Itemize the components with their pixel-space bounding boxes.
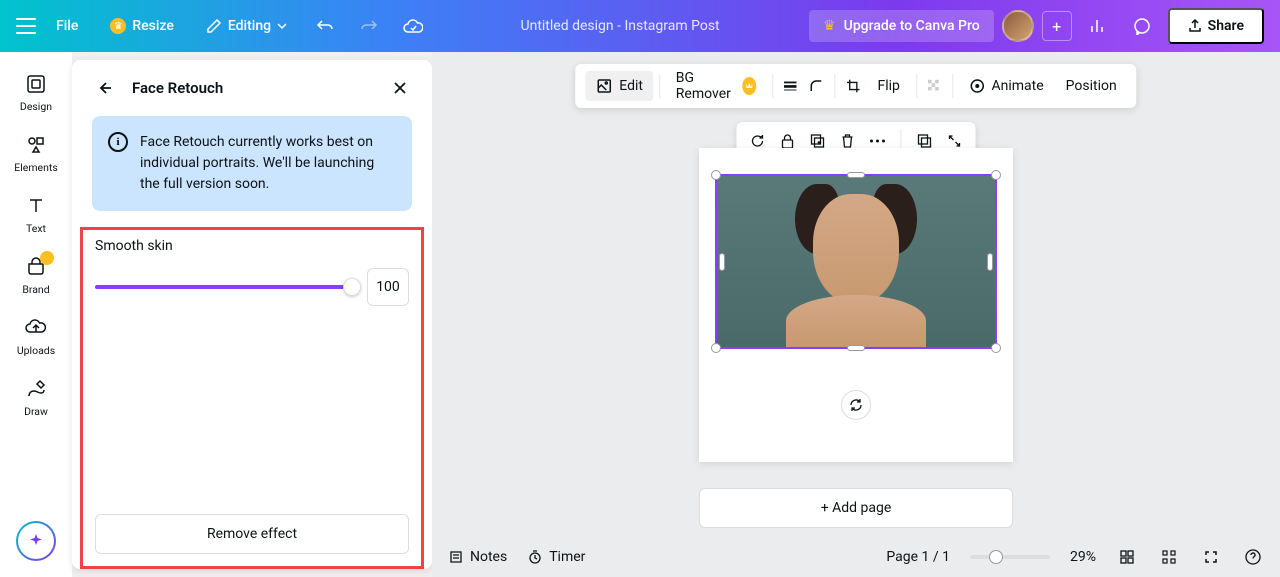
resize-button[interactable]: ♛Resize: [98, 10, 186, 42]
divider: [953, 74, 954, 98]
animate-icon: [970, 78, 986, 94]
remove-effect-button[interactable]: Remove effect: [95, 514, 409, 554]
panel-header: Face Retouch: [72, 60, 432, 116]
resize-handle[interactable]: [991, 170, 1001, 180]
notes-button[interactable]: Notes: [448, 549, 507, 565]
edit-button[interactable]: Edit: [585, 71, 653, 101]
context-toolbar: Edit BG Remover Flip Animate Position: [575, 64, 1136, 108]
crown-icon: ♛: [110, 18, 126, 34]
file-menu[interactable]: File: [44, 10, 90, 42]
transparency-button[interactable]: [923, 74, 947, 98]
brand-icon: [24, 255, 48, 279]
position-button[interactable]: Position: [1056, 72, 1127, 100]
sidebar-item-draw[interactable]: Draw: [4, 369, 68, 426]
text-icon: [24, 194, 48, 218]
chevron-down-icon: [277, 23, 287, 29]
fullscreen-button[interactable]: [1200, 546, 1222, 568]
draw-icon: [24, 377, 48, 401]
slider-thumb[interactable]: [343, 278, 361, 296]
sidebar-item-elements[interactable]: Elements: [4, 125, 68, 182]
slider-value-input[interactable]: 100: [367, 268, 409, 306]
portrait-image: [717, 176, 995, 347]
edit-icon: [595, 77, 613, 95]
ai-assistant-button[interactable]: [16, 521, 56, 561]
editing-dropdown[interactable]: Editing: [194, 10, 299, 42]
line-weight-button[interactable]: [779, 74, 803, 98]
info-text: Face Retouch currently works best on ind…: [140, 132, 396, 195]
panel-title: Face Retouch: [132, 79, 372, 97]
elements-icon: [24, 133, 48, 157]
sidebar-item-design[interactable]: Design: [4, 64, 68, 121]
divider: [916, 74, 917, 98]
sparkle-icon: [27, 532, 45, 550]
top-header: File ♛Resize Editing Untitled design - I…: [0, 0, 1280, 52]
timer-button[interactable]: Timer: [527, 549, 585, 565]
share-button[interactable]: Share: [1168, 8, 1264, 44]
zoom-value: 29%: [1070, 549, 1096, 565]
notes-icon: [448, 549, 464, 565]
back-button[interactable]: [92, 76, 116, 100]
sidebar-item-text[interactable]: Text: [4, 186, 68, 243]
design-icon: [24, 72, 48, 96]
add-page-button[interactable]: + Add page: [699, 488, 1013, 528]
smooth-skin-slider[interactable]: [95, 285, 353, 289]
resize-handle[interactable]: [719, 253, 725, 271]
menu-icon[interactable]: [16, 18, 36, 34]
flip-button[interactable]: Flip: [867, 72, 909, 100]
add-member-button[interactable]: +: [1042, 11, 1072, 41]
crop-button[interactable]: [841, 74, 865, 98]
upgrade-button[interactable]: ♛Upgrade to Canva Pro: [809, 10, 994, 42]
selected-image[interactable]: [715, 174, 997, 349]
close-button[interactable]: [388, 76, 412, 100]
grid-view-button[interactable]: [1116, 546, 1138, 568]
resize-handle[interactable]: [991, 343, 1001, 353]
canvas-area: Edit BG Remover Flip Animate Position: [432, 52, 1280, 577]
resize-handle[interactable]: [847, 345, 865, 351]
smooth-skin-controls: Smooth skin 100 Remove effect: [80, 227, 424, 569]
upload-icon: [1188, 19, 1202, 33]
sync-page-button[interactable]: [841, 390, 871, 420]
redo-button[interactable]: [351, 8, 387, 44]
uploads-icon: [24, 316, 48, 340]
document-title[interactable]: Untitled design - Instagram Post: [521, 18, 720, 34]
divider: [835, 74, 836, 98]
animate-button[interactable]: Animate: [960, 72, 1054, 100]
corner-radius-button[interactable]: [805, 74, 829, 98]
bg-remover-button[interactable]: BG Remover: [666, 64, 766, 108]
pro-badge-icon: [742, 77, 756, 95]
page-indicator: Page 1 / 1: [886, 549, 950, 565]
bottom-bar: Notes Timer Page 1 / 1 29%: [432, 537, 1280, 577]
resize-handle[interactable]: [987, 253, 993, 271]
comment-icon[interactable]: [1124, 8, 1160, 44]
slider-row: 100: [95, 268, 409, 306]
divider: [659, 74, 660, 98]
sidebar-item-uploads[interactable]: Uploads: [4, 308, 68, 365]
zoom-thumb[interactable]: [989, 550, 1003, 564]
zoom-slider[interactable]: [970, 555, 1050, 559]
divider: [772, 74, 773, 98]
info-icon: i: [108, 132, 128, 152]
user-avatar[interactable]: [1002, 10, 1034, 42]
resize-handle[interactable]: [711, 170, 721, 180]
face-retouch-panel: Face Retouch i Face Retouch currently wo…: [72, 60, 432, 569]
sidebar-item-brand[interactable]: Brand: [4, 247, 68, 304]
help-button[interactable]: [1242, 546, 1264, 568]
undo-button[interactable]: [307, 8, 343, 44]
timer-icon: [527, 549, 543, 565]
smooth-skin-label: Smooth skin: [95, 238, 409, 254]
info-banner: i Face Retouch currently works best on i…: [92, 116, 412, 211]
resize-handle[interactable]: [847, 172, 865, 178]
cloud-sync-icon[interactable]: [395, 8, 431, 44]
pencil-icon: [206, 18, 222, 34]
left-sidebar: Design Elements Text Brand Uploads Draw: [0, 52, 72, 577]
resize-handle[interactable]: [711, 343, 721, 353]
thumbnail-view-button[interactable]: [1158, 546, 1180, 568]
analytics-icon[interactable]: [1080, 8, 1116, 44]
